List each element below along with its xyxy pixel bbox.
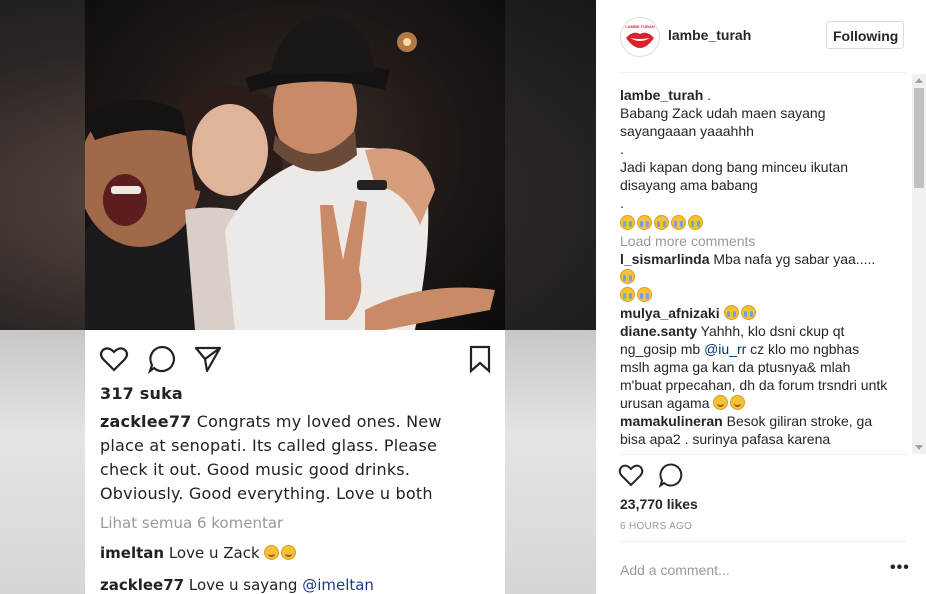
avatar[interactable]: LAMBE TURAH (620, 17, 660, 57)
comment: l_sismarlinda Mba nafa yg sabar yaa..... (620, 250, 890, 304)
post-header: LAMBE TURAH lambe_turah Following (596, 0, 926, 72)
caption-line: Babang Zack udah maen sayang sayangaaan … (620, 105, 826, 139)
post-details-panel: LAMBE TURAH lambe_turah Following lambe_… (596, 0, 926, 594)
add-comment-input[interactable] (618, 558, 872, 582)
heart-icon (99, 344, 129, 374)
caption-username[interactable]: lambe_turah (620, 87, 703, 103)
comment-username[interactable]: mulya_afnizaki (620, 305, 720, 321)
sad-emoji-icon (637, 287, 652, 302)
scroll-up-arrow-icon[interactable] (915, 78, 923, 83)
photo-comment-text: Love u Zack (168, 544, 260, 562)
caption-line: Jadi kapan dong bang minceu ikutan disay… (620, 159, 849, 193)
sad-emoji-icon (723, 305, 739, 320)
photo-likes-count: 317 suka (100, 384, 183, 403)
crying-emoji-icon (637, 215, 652, 230)
kiss-emoji-icon (264, 545, 280, 560)
caption-user-suffix: . (703, 87, 712, 103)
share-icon (193, 344, 223, 374)
instagram-post-card: 317 suka zacklee77 Congrats my loved one… (85, 330, 505, 594)
selfie-illustration (85, 15, 495, 330)
comment-icon (147, 344, 177, 374)
header-username[interactable]: lambe_turah (668, 27, 751, 43)
caption-emojis (620, 214, 890, 232)
photo-post-actions (99, 344, 491, 374)
photo-comment-user: zacklee77 (100, 576, 185, 594)
bookmark-icon (465, 344, 495, 374)
comment-username[interactable]: l_sismarlinda (620, 251, 710, 267)
divider (620, 454, 906, 455)
selfie-photo (85, 0, 505, 330)
more-options-icon[interactable]: ••• (890, 559, 910, 577)
scrollbar-thumb[interactable] (914, 88, 924, 188)
heart-icon[interactable] (618, 462, 644, 488)
comment: mulya_afnizaki (620, 304, 890, 322)
sad-emoji-icon (740, 305, 756, 320)
divider (620, 72, 906, 73)
photo-comment-mention: @imeltan (302, 576, 374, 594)
likes-count[interactable]: 23,770 likes (620, 496, 698, 512)
crying-emoji-icon (654, 215, 669, 230)
comment-text: Mba nafa yg sabar yaa..... (713, 251, 876, 267)
photo-caption-user: zacklee77 (100, 412, 192, 431)
load-more-comments[interactable]: Load more comments (620, 232, 890, 250)
comment-username[interactable]: mamakulineran (620, 413, 723, 429)
caption-dot: . (620, 141, 624, 157)
photo-comment-user: imeltan (100, 544, 165, 562)
photo-comment-text: Love u sayang (188, 576, 298, 594)
comment-icon[interactable] (658, 462, 684, 489)
photo-comment: zacklee77 Love u sayang @imeltan (100, 576, 374, 594)
caption-dot: . (620, 195, 624, 211)
crying-emoji-icon (671, 215, 686, 230)
comment: mamakulineran Besok giliran stroke, ga b… (620, 412, 890, 448)
comments-list[interactable]: lambe_turah . Babang Zack udah maen saya… (620, 86, 890, 452)
sad-emoji-icon (620, 269, 635, 284)
sad-emoji-icon (620, 287, 635, 302)
crying-emoji-icon (688, 215, 703, 230)
avatar-logo-text: LAMBE TURAH (625, 24, 654, 29)
divider (620, 541, 906, 542)
caption: lambe_turah . (620, 86, 890, 104)
photo-view-all-comments: Lihat semua 6 komentar (100, 514, 284, 532)
crying-emoji-icon (620, 215, 635, 230)
smile-emoji-icon (713, 395, 729, 410)
comment-mention[interactable]: @iu_rr (704, 341, 746, 357)
comment: diane.santy Yahhh, klo dsni ckup qt ng_g… (620, 322, 890, 412)
post-actions (618, 462, 738, 490)
post-media: 317 suka zacklee77 Congrats my loved one… (0, 0, 596, 594)
post-timestamp[interactable]: 6 HOURS AGO (620, 521, 692, 532)
smile-emoji-icon (730, 395, 746, 410)
scroll-down-arrow-icon[interactable] (915, 445, 923, 450)
comment-username[interactable]: diane.santy (620, 323, 697, 339)
photo-comment: imeltan Love u Zack (100, 544, 298, 562)
photo-caption: zacklee77 Congrats my loved ones. New pl… (100, 410, 480, 506)
kiss-emoji-icon (281, 545, 297, 560)
following-button[interactable]: Following (826, 21, 904, 49)
lips-logo-icon: LAMBE TURAH (625, 24, 655, 48)
comments-scrollbar[interactable] (912, 74, 926, 454)
